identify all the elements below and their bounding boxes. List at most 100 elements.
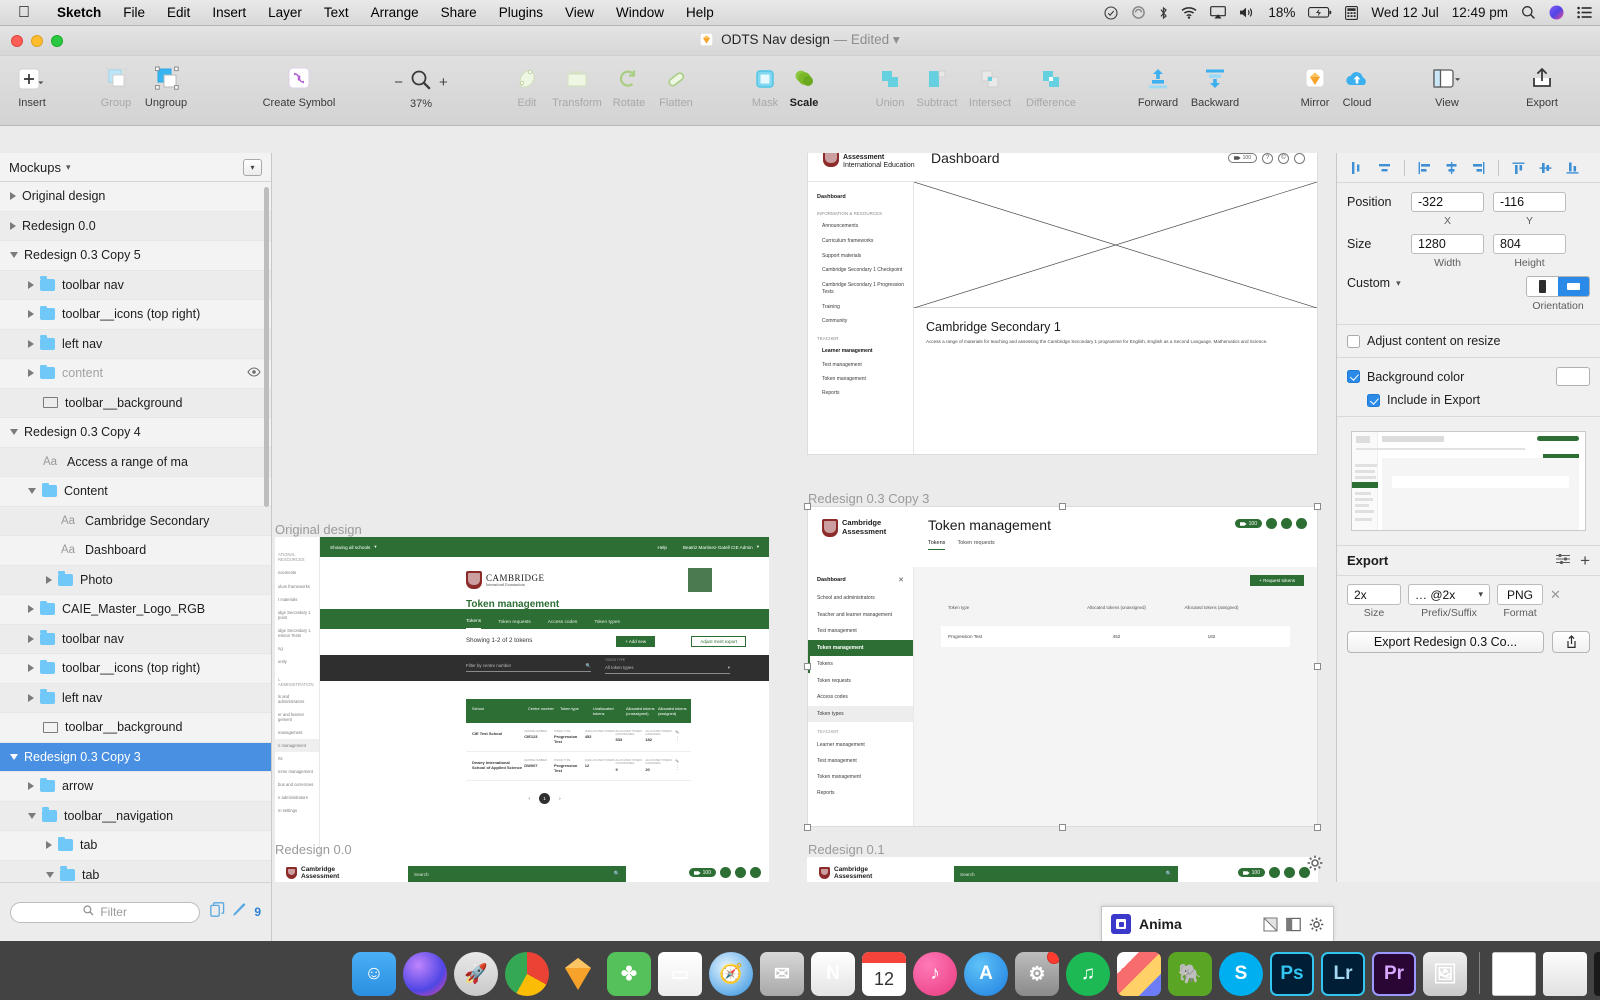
row-actions[interactable]: ✎ ⋮ [675,730,691,742]
next-page-icon[interactable]: › [559,796,561,802]
position-y-input[interactable]: -116 [1493,192,1566,212]
dock-item-news[interactable]: N [811,952,855,996]
size-width-input[interactable]: 1280 [1411,234,1484,254]
gear-icon-anima[interactable] [1309,917,1324,932]
dock-item-preview[interactable]: 🖼 [1423,952,1467,996]
disclosure-triangle-icon[interactable] [46,871,54,878]
layer-row[interactable]: CAIE_Master_Logo_RGB [0,595,271,625]
disclosure-triangle-icon[interactable] [28,339,34,348]
nav-item[interactable]: Teacher and learner management [808,607,913,624]
orientation-portrait-option[interactable] [1527,277,1558,296]
artboard-label-redesign01[interactable]: Redesign 0.1 [808,842,885,857]
nav-item[interactable]: Curriculum frameworks [808,234,913,249]
token-badge[interactable]: 100 [1227,153,1257,163]
sliders-icon[interactable] [1556,552,1571,570]
prev-page-icon[interactable]: ‹ [528,796,530,802]
volume-icon[interactable] [1239,6,1255,19]
export-share-button[interactable] [1552,631,1590,653]
pagination[interactable]: ‹ 1 › [320,793,769,805]
avatar-icon-4[interactable] [750,867,761,878]
selection-handle-mr[interactable] [1314,663,1321,670]
background-color-swatch[interactable] [1556,367,1590,386]
help-icon[interactable]: ? [1262,153,1273,164]
dock-item-mindnode[interactable]: ✤ [607,952,651,996]
chevron-down-icon[interactable]: ▾ [66,162,71,173]
dock-item-siri[interactable] [403,952,447,996]
duplicate-icon[interactable] [210,902,225,922]
dock-item-itunes[interactable]: ♪ [913,952,957,996]
menu-item-view[interactable]: View [554,5,605,20]
disclosure-triangle-icon[interactable] [28,664,34,673]
layer-list-scrollbar[interactable] [264,187,269,507]
flatten-button[interactable]: Flatten [644,64,708,109]
nav-item[interactable]: Test management [808,623,913,640]
close-icon[interactable]: ✕ [898,576,904,584]
nav-item[interactable]: Test management [808,753,913,769]
dock-item-settings[interactable]: ⚙ [1015,952,1059,996]
difference-button[interactable]: Difference [1015,64,1087,109]
artboard-redesign-00[interactable]: Cambridge Assessment Search 🔍 100 [275,857,769,882]
artboard-redesign-03-copy4[interactable]: Cambridge Assessment International Educa… [807,153,1318,455]
disclosure-triangle-icon[interactable] [28,812,36,819]
dock-item-spotify[interactable]: ♫ [1066,952,1110,996]
preset-dropdown[interactable]: Custom [1347,276,1390,290]
title-chevron-down-icon[interactable]: ▾ [893,32,900,47]
tab-token-types-3[interactable]: Token types [594,620,620,629]
layer-row[interactable]: Photo [0,565,271,595]
disclosure-triangle-icon[interactable] [28,369,34,378]
menu-item-edit[interactable]: Edit [156,5,201,20]
nav-item[interactable]: Token management [808,769,913,785]
plus-icon-export[interactable]: + [1580,552,1590,569]
layer-row[interactable]: Aa Dashboard [0,536,271,566]
request-tokens-button[interactable]: + Request tokens [1250,575,1304,586]
filter-centre-input[interactable]: Filter by centre number [466,663,511,669]
disclosure-triangle-icon[interactable] [28,310,34,319]
cloud-button[interactable]: Cloud [1325,64,1389,109]
layer-row[interactable]: toolbar nav [0,270,271,300]
disclosure-triangle-icon[interactable] [10,252,18,259]
size-height-input[interactable]: 804 [1493,234,1566,254]
dock-item-mail[interactable]: ✉ [760,952,804,996]
dock-item-sketch[interactable] [556,952,600,996]
layer-row[interactable]: toolbar__background [0,388,271,418]
align-right-edges-icon[interactable] [1466,157,1491,179]
align-top-icon[interactable] [1506,157,1531,179]
help-icon-5[interactable] [1269,867,1280,878]
backward-button[interactable]: Backward [1183,64,1247,109]
artboard-original-design[interactable]: ATIONAL RESOURCES ncements ulum framewor… [275,537,769,882]
nav-item-active[interactable]: Token management [808,639,913,656]
nav-item[interactable]: Cambridge Secondary 1 Checkpoint [808,263,913,278]
create-symbol-button[interactable]: Create Symbol [253,64,345,109]
layer-row[interactable]: left nav [0,329,271,359]
artboard-label-original[interactable]: Original design [275,522,362,537]
wifi-icon[interactable] [1181,6,1197,19]
layer-row[interactable]: Redesign 0.3 Copy 5 [0,241,271,271]
layer-row[interactable]: tab [0,831,271,861]
layer-row[interactable]: Redesign 0.3 Copy 3 [0,742,271,772]
view-button[interactable]: View [1415,64,1479,109]
selection-handle-bc[interactable] [1059,824,1066,831]
layer-row[interactable]: toolbar__icons (top right) [0,654,271,684]
nav-item[interactable]: School and administrators [808,590,913,607]
artboard-redesign-03-copy3[interactable]: Cambridge Assessment Token management To… [807,506,1318,827]
nav-item[interactable]: Reports [808,785,913,801]
nav-item[interactable]: Learner management [808,737,913,753]
add-new-button[interactable]: + Add new [616,636,655,647]
scale-button[interactable]: Scale [772,64,836,109]
zoom-control[interactable]: − + 37% [383,68,459,110]
export-button[interactable]: Export [1510,64,1574,109]
align-left-edges-icon[interactable] [1412,157,1437,179]
resize-icon[interactable] [1263,916,1278,932]
menu-item-arrange[interactable]: Arrange [360,5,430,20]
chevron-down-icon-preset[interactable]: ▾ [1396,278,1401,289]
layer-row[interactable]: toolbar nav [0,624,271,654]
selection-handle-tc[interactable] [1059,503,1066,510]
row-actions[interactable]: ✎ ⋮ [675,759,691,771]
nav-item[interactable]: Cambridge Secondary 1 Progression Tests [808,278,913,300]
user-label[interactable]: Beatriz Martinez-Gatell CIE Admin [683,545,753,550]
forward-button[interactable]: Forward [1126,64,1190,109]
orientation-landscape-option[interactable] [1558,277,1589,296]
dock-item-sketch-app2[interactable] [1117,952,1161,996]
search-bar[interactable]: Search 🔍 [408,866,626,882]
orientation-toggle[interactable] [1526,276,1590,297]
